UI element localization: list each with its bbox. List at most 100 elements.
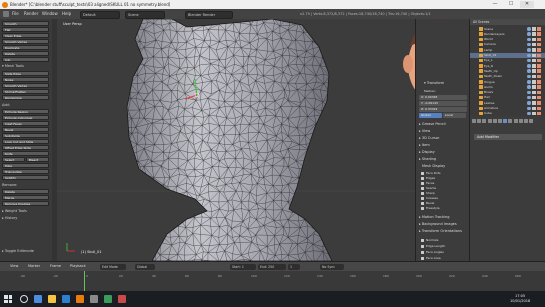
shelf-button[interactable]: Delete [2,189,49,194]
overlay-checkbox[interactable] [421,192,424,195]
render-visibility-icon[interactable] [537,80,541,84]
render-visibility-icon[interactable] [537,101,541,105]
selectability-icon[interactable] [532,74,536,79]
visibility-icon[interactable] [527,42,531,47]
app-taskbar-icon[interactable] [90,295,98,303]
timeline-menu-playback[interactable]: Playback [70,264,86,268]
texture-tab-icon[interactable] [518,119,523,123]
render-visibility-icon[interactable] [537,42,541,47]
selectability-icon[interactable] [532,80,536,84]
properties-tabs[interactable] [472,119,544,124]
shelf-button[interactable]: Offset Edge Slide [2,145,49,150]
end-frame-field[interactable]: End: 250 [258,264,286,270]
selectability-icon[interactable] [532,53,536,57]
selectability-icon[interactable] [532,101,536,105]
shelf-button[interactable]: Smooth Vertex [2,83,49,88]
selectability-icon[interactable] [532,85,536,89]
selectability-icon[interactable] [532,90,536,95]
shelf-button[interactable]: Extrude Individual [2,115,49,120]
shelf-button[interactable]: Loop Cut and Slide [2,139,49,144]
y-field[interactable]: Y: -0.06143 [419,101,467,106]
modifiers-tab-icon[interactable] [503,119,508,123]
close-button[interactable]: ✕ [520,1,534,8]
visibility-icon[interactable] [527,101,531,105]
selectability-icon[interactable] [532,111,536,116]
shelf-button[interactable]: Solidify [2,175,49,180]
timeline-menu-view[interactable]: View [10,264,18,268]
physics-tab-icon[interactable] [529,119,534,123]
selectability-icon[interactable] [532,106,536,110]
menu-file[interactable]: File [12,11,19,16]
section-item[interactable]: ▸ Item [419,143,430,147]
overlay-checkbox[interactable] [421,187,424,190]
visibility-icon[interactable] [527,85,531,89]
minimize-button[interactable]: — [488,1,502,8]
screen-layout-select[interactable]: Default [80,11,120,19]
visibility-icon[interactable] [527,111,531,116]
selectability-icon[interactable] [532,27,536,31]
selectability-icon[interactable] [532,69,536,73]
menu-help[interactable]: Help [62,11,71,16]
selectability-icon[interactable] [532,64,536,68]
shelf-button[interactable]: Merge [2,195,49,200]
visibility-icon[interactable] [527,32,531,36]
timeline-frames[interactable]: -40 -20 0 20 40 60 80 100 120 140 160 180 200 220 240 2… [0,271,545,291]
visibility-icon[interactable] [527,90,531,95]
section-display[interactable]: ▸ Display [419,150,435,154]
render-tab-icon[interactable] [472,119,476,123]
shelf-button[interactable]: Bevel [2,127,49,132]
section-transform[interactable]: ▾ Transform [424,81,444,85]
render-visibility-icon[interactable] [537,27,541,31]
render-visibility-icon[interactable] [537,58,541,63]
visibility-icon[interactable] [527,48,531,52]
render-visibility-icon[interactable] [537,85,541,89]
sync-select[interactable]: No Sync [320,264,344,270]
shelf-button[interactable]: Smooth [2,21,49,26]
app-taskbar-icon[interactable] [104,295,112,303]
render-visibility-icon[interactable] [537,53,541,57]
scene-tab-icon[interactable] [482,119,487,123]
visibility-icon[interactable] [527,53,531,57]
section-mesh-tools[interactable]: ▾ Mesh Tools [2,64,24,68]
data-tab-icon[interactable] [508,119,513,123]
shelf-button[interactable]: Smooth Vertex [2,39,49,44]
normals-checkbox[interactable] [421,239,424,242]
selectability-icon[interactable] [532,32,536,36]
render-visibility-icon[interactable] [537,74,541,79]
section-transform-orientations[interactable]: ▸ Transform Orientations [419,229,462,233]
shelf-button[interactable]: Duplicate [2,45,49,50]
material-tab-icon[interactable] [513,119,518,123]
visibility-icon[interactable] [527,64,531,68]
selectability-icon[interactable] [532,42,536,47]
selectability-icon[interactable] [532,37,536,42]
pivot-select[interactable]: Global [135,264,155,270]
shelf-button[interactable]: Triangulate [2,169,49,174]
add-modifier-button[interactable]: Add Modifier [474,134,542,140]
section-motion-tracking[interactable]: ▸ Motion Tracking [419,215,449,219]
taskbar-clock[interactable]: 17:05 10/01/2018 [510,294,530,303]
shelf-button[interactable]: Join [2,57,49,62]
shelf-button[interactable]: Poke [2,163,49,168]
global-toggle[interactable]: Global [419,113,442,118]
maximize-button[interactable]: ☐ [504,1,518,8]
shelf-button[interactable]: Shrink/Flatten [2,89,49,94]
edge-length-checkbox[interactable] [421,245,424,248]
overlay-checkbox[interactable] [421,182,424,185]
menu-window[interactable]: Window [42,11,58,16]
overlay-checkbox[interactable] [421,197,424,200]
world-tab-icon[interactable] [487,119,492,123]
app-taskbar-icon[interactable] [118,295,126,303]
visibility-icon[interactable] [527,106,531,110]
task-view-icon[interactable] [34,295,42,303]
outliner-display-mode[interactable]: All Scenes [473,20,489,24]
section-background-images[interactable]: ▸ Background Images [419,222,457,226]
overlay-checkbox[interactable] [421,207,424,210]
section-history[interactable]: ▸ History [2,216,17,220]
render-visibility-icon[interactable] [537,64,541,68]
shelf-button[interactable]: Clear Edge [2,33,49,38]
visibility-icon[interactable] [527,80,531,84]
face-area-checkbox[interactable] [421,257,424,260]
layers-tab-icon[interactable] [477,119,482,123]
shelf-button[interactable]: Bisect [26,157,49,162]
shelf-button[interactable]: Select [2,157,25,162]
